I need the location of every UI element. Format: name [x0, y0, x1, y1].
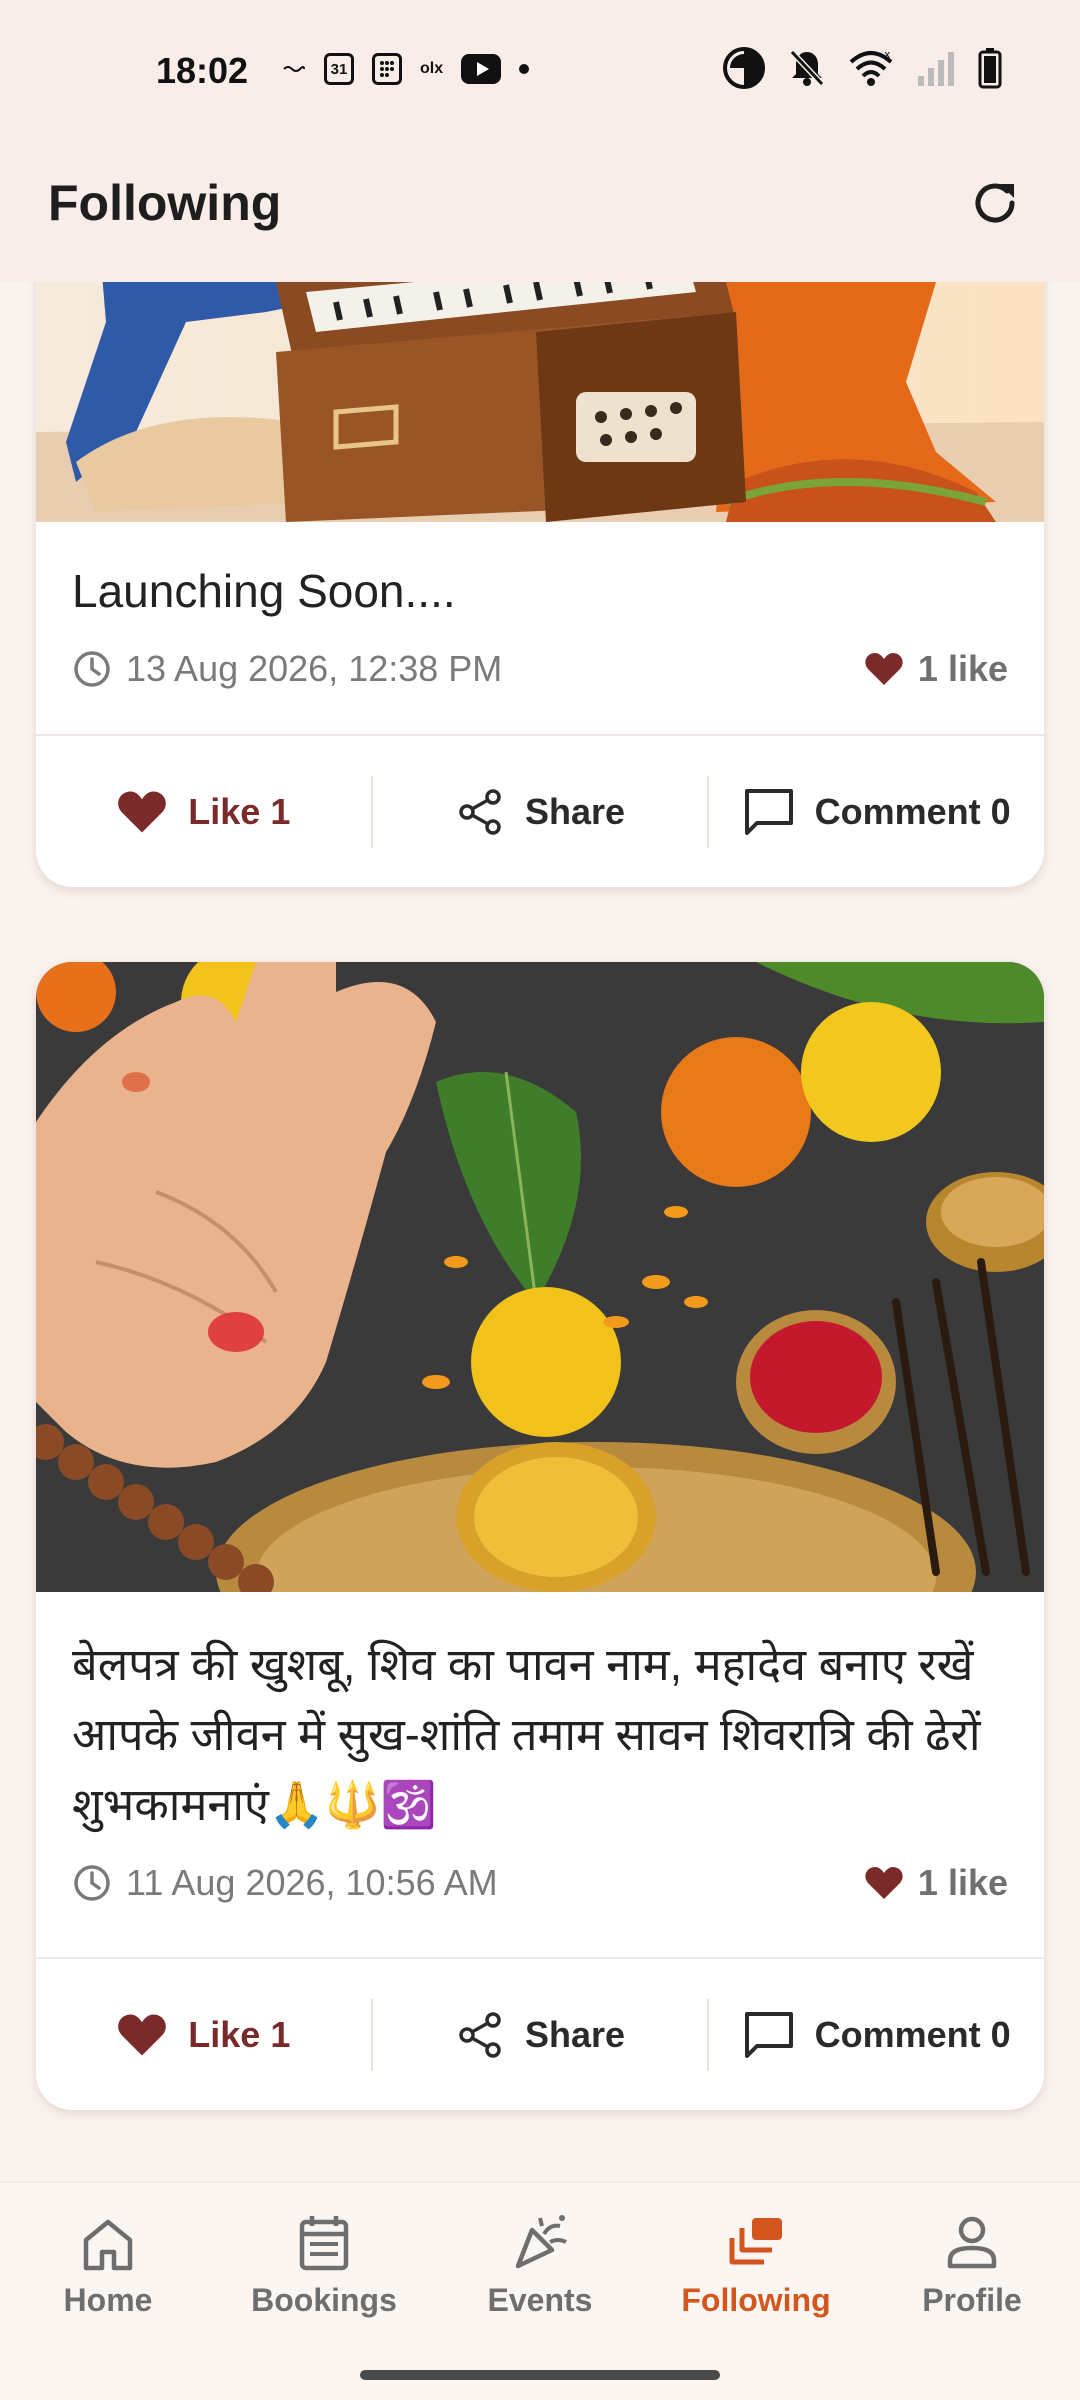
- like-button-label: Like 1: [188, 2014, 291, 2055]
- heart-icon: [118, 2014, 167, 2056]
- status-bar: 18:02 31 olx x: [0, 0, 1080, 140]
- notification-icon: [282, 52, 306, 86]
- share-button[interactable]: Share: [373, 737, 708, 887]
- comment-button[interactable]: Comment 0: [709, 1960, 1044, 2110]
- bookings-icon: [299, 2216, 349, 2271]
- post-image[interactable]: [36, 282, 1044, 522]
- comment-button[interactable]: Comment 0: [709, 737, 1044, 887]
- divider: [36, 734, 1044, 736]
- calendar-icon: 31: [324, 53, 354, 85]
- nav-item-events-label: Events: [487, 2282, 593, 2318]
- heart-icon: [865, 652, 903, 685]
- post-like-count: 1 like: [864, 648, 1008, 690]
- post-like-count-text: 1 like: [917, 1862, 1008, 1904]
- post-actions: Like 1 Share Comment 0: [36, 737, 1044, 887]
- dot-icon: [519, 64, 530, 74]
- feed[interactable]: Launching Soon.... 13 Aug 2026, 12:38 PM…: [0, 282, 1080, 2182]
- youtube-icon: [461, 54, 502, 84]
- status-icons-right: x: [722, 46, 1002, 95]
- post-date-text: 11 Aug 2026, 10:56 AM: [126, 1862, 498, 1904]
- like-button[interactable]: Like 1: [36, 737, 371, 887]
- battery-icon: [978, 47, 1002, 94]
- nav-item-events[interactable]: Events: [432, 2183, 648, 2333]
- share-button[interactable]: Share: [373, 1960, 708, 2110]
- comment-icon: [744, 2012, 793, 2058]
- bell-off-icon: [788, 48, 826, 93]
- comment-icon: [744, 789, 793, 835]
- bottom-nav: Home Bookings Events Following Profile: [0, 2182, 1080, 2400]
- wifi-icon: x: [848, 48, 894, 93]
- post-actions: Like 1 Share Comment 0: [36, 1960, 1044, 2110]
- nav-item-following[interactable]: Following: [648, 2183, 864, 2333]
- like-button[interactable]: Like 1: [36, 1960, 371, 2110]
- nav-item-following-label: Following: [681, 2282, 831, 2318]
- post-card: बेलपत्र की खुशबू, शिव का पावन नाम, महादे…: [36, 962, 1044, 2110]
- comment-button-label: Comment 0: [814, 2014, 1011, 2055]
- nav-item-bookings[interactable]: Bookings: [216, 2183, 432, 2333]
- refresh-button[interactable]: [964, 172, 1026, 234]
- post-date: 11 Aug 2026, 10:56 AM: [72, 1862, 498, 1904]
- olx-icon: olx: [420, 60, 444, 77]
- share-button-label: Share: [524, 2014, 626, 2055]
- share-icon: [459, 2012, 501, 2058]
- status-time: 18:02: [156, 50, 249, 91]
- comment-button-label: Comment 0: [814, 791, 1011, 832]
- heart-icon: [118, 791, 167, 833]
- post-like-count-text: 1 like: [917, 647, 1008, 689]
- svg-text:x: x: [884, 48, 891, 61]
- post-date-text: 13 Aug 2026, 12:38 PM: [126, 647, 503, 689]
- profile-icon: [947, 2216, 997, 2269]
- refresh-icon: [975, 183, 1015, 223]
- following-icon: [729, 2218, 782, 2265]
- status-icons-left: 31 olx: [282, 52, 530, 86]
- data-saver-icon: [722, 46, 766, 95]
- post-meta: 13 Aug 2026, 12:38 PM 1 like: [72, 639, 1008, 699]
- share-button-label: Share: [524, 791, 626, 832]
- post-card: Launching Soon.... 13 Aug 2026, 12:38 PM…: [36, 282, 1044, 887]
- events-icon: [515, 2215, 567, 2269]
- clock-icon: [74, 1865, 110, 1901]
- post-like-count: 1 like: [864, 1862, 1008, 1904]
- page-title: Following: [48, 175, 282, 231]
- app-icon: [372, 53, 402, 85]
- app-bar: Following: [0, 140, 1080, 282]
- nav-item-profile[interactable]: Profile: [864, 2183, 1080, 2333]
- home-indicator[interactable]: [360, 2370, 720, 2380]
- nav-item-profile-label: Profile: [922, 2282, 1022, 2318]
- clock-icon: [74, 650, 110, 687]
- like-button-label: Like 1: [188, 791, 291, 832]
- post-meta: 11 Aug 2026, 10:56 AM 1 like: [72, 1853, 1008, 1913]
- divider: [36, 1957, 1044, 1959]
- nav-item-home-label: Home: [63, 2282, 153, 2318]
- post-date: 13 Aug 2026, 12:38 PM: [72, 648, 502, 690]
- share-icon: [459, 789, 501, 835]
- home-icon: [83, 2219, 133, 2271]
- post-title: बेलपत्र की खुशबू, शिव का पावन नाम, महादे…: [72, 1639, 981, 1830]
- nav-item-home[interactable]: Home: [0, 2183, 216, 2333]
- post-title: Launching Soon....: [72, 565, 456, 617]
- signal-icon: [916, 48, 956, 93]
- nav-item-bookings-label: Bookings: [251, 2282, 397, 2318]
- heart-icon: [865, 1867, 903, 1900]
- post-image[interactable]: [36, 962, 1044, 1592]
